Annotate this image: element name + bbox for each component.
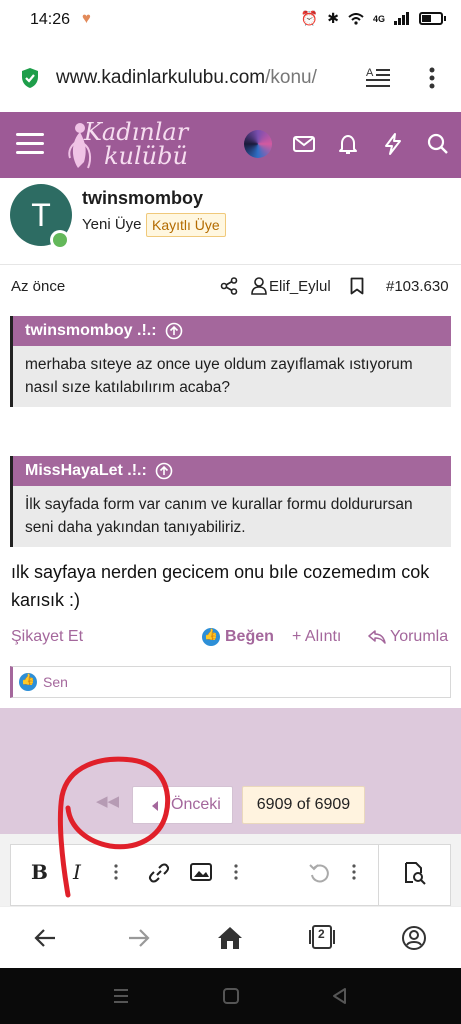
reply-label: Yorumla (390, 628, 449, 645)
quote-author: twinsmomboy .!.: (25, 322, 157, 339)
online-status-icon (50, 230, 70, 250)
bookmark-icon[interactable] (350, 277, 364, 295)
image-icon[interactable] (190, 863, 212, 881)
overflow-menu-icon[interactable] (429, 67, 435, 89)
search-icon[interactable] (426, 132, 450, 156)
italic-button[interactable]: I (73, 860, 81, 884)
quote-text: İlk sayfada form var canım ve kurallar f… (25, 496, 413, 536)
previous-label: Önceki (171, 796, 221, 813)
signal-icon (394, 12, 409, 25)
quote-block: twinsmomboy .!.: merhaba sıteye az once … (10, 316, 451, 407)
post-username[interactable]: twinsmomboy (82, 188, 203, 209)
logo-text-line2: kulübü (104, 142, 188, 170)
heart-icon: ♥ (82, 10, 91, 27)
url-text[interactable]: www.kadinlarkulubu.com/konu/ (56, 67, 317, 89)
quote-header[interactable]: MissHayaLet .!.: (13, 456, 451, 486)
user-badge: Kayıtlı Üye (146, 213, 226, 237)
toolbar-divider (378, 844, 379, 906)
quote-button[interactable]: + Alıntı (292, 628, 341, 646)
link-icon[interactable] (148, 862, 170, 884)
network-type: 4G (372, 13, 385, 24)
home-icon[interactable] (217, 925, 243, 951)
quote-text: merhaba sıteye az once uye oldum zayıfla… (25, 356, 413, 396)
account-icon[interactable] (401, 925, 427, 951)
user-icon (251, 277, 267, 295)
hamburger-menu-icon[interactable] (16, 133, 44, 155)
back-button-icon[interactable] (330, 986, 350, 1006)
alarm-icon: ⏰ (300, 10, 319, 26)
quote-block: MissHayaLet .!.: İlk sayfada form var ca… (10, 456, 451, 547)
account-avatar[interactable] (244, 130, 272, 158)
divider (0, 264, 461, 265)
share-icon[interactable] (220, 277, 238, 295)
status-bar: 14:26 ♥ ⏰ ✱ 4G (0, 0, 461, 40)
quote-header[interactable]: twinsmomboy .!.: (13, 316, 451, 346)
inbox-envelope-icon[interactable] (292, 132, 316, 156)
jump-to-quote-icon[interactable] (165, 322, 183, 340)
svg-text:A: A (366, 67, 374, 79)
home-button-icon[interactable] (221, 986, 241, 1006)
like-button[interactable]: Beğen (202, 628, 274, 646)
system-nav-bar (0, 968, 461, 1024)
page-position[interactable]: 6909 of 6909 (242, 786, 365, 824)
whats-new-bolt-icon[interactable] (381, 132, 405, 156)
post-body: ılk sayfaya nerden gecicem onu bıle coze… (11, 562, 430, 610)
status-icons: ⏰ ✱ 4G (300, 10, 446, 27)
reader-mode-icon[interactable]: A (365, 65, 391, 89)
post: T twinsmomboy Yeni Üye Kayıtlı Üye Az ön… (0, 178, 461, 708)
status-time: 14:26 (30, 11, 71, 28)
bluetooth-icon: ✱ (327, 10, 339, 26)
pagination-area: ◀◀ Önceki 6909 of 6909 (0, 708, 461, 834)
reply-arrow-icon (368, 630, 386, 644)
reply-button[interactable]: Yorumla (368, 628, 448, 646)
back-arrow-icon[interactable] (33, 925, 59, 951)
battery-icon (419, 12, 446, 25)
reactions-text: Sen (43, 674, 68, 690)
like-label: Beğen (225, 628, 274, 645)
more-text-options-icon[interactable] (114, 864, 118, 880)
browser-url-bar[interactable]: www.kadinlarkulubu.com/konu/ A (0, 40, 461, 112)
wifi-icon (348, 12, 364, 25)
user-title: Yeni Üye (82, 216, 142, 233)
chevron-left-icon (152, 801, 158, 811)
reply-editor: B I (0, 834, 461, 906)
forward-arrow-icon[interactable] (125, 925, 151, 951)
secure-shield-icon (22, 68, 38, 88)
recent-apps-icon[interactable] (111, 986, 131, 1006)
url-host: www.kadinlarkulubu.com (56, 67, 266, 88)
bold-button[interactable]: B (31, 860, 48, 884)
browser-bottom-nav: 2 (0, 906, 461, 968)
post-time[interactable]: Az önce (11, 278, 65, 295)
post-number[interactable]: #103.630 (386, 278, 449, 295)
url-path: /konu/ (265, 67, 317, 88)
reactions-bar[interactable]: Sen (10, 666, 451, 698)
report-link[interactable]: Şikayet Et (11, 628, 83, 646)
thumbs-up-icon (202, 628, 220, 646)
jump-to-quote-icon[interactable] (155, 462, 173, 480)
quote-author: MissHayaLet .!.: (25, 462, 147, 479)
post-recipient[interactable]: Elif_Eylul (269, 278, 331, 295)
previous-page-button[interactable]: Önceki (132, 786, 233, 824)
more-options-icon[interactable] (352, 864, 356, 880)
notification-bell-icon[interactable] (336, 132, 360, 156)
tab-count: 2 (318, 927, 325, 941)
first-page-icon[interactable]: ◀◀ (96, 792, 119, 810)
preview-icon[interactable] (402, 861, 426, 885)
undo-icon[interactable] (308, 862, 330, 884)
more-insert-options-icon[interactable] (234, 864, 238, 880)
thumbs-up-icon (19, 673, 37, 691)
logo-text-line1: Kadınlar (84, 118, 189, 146)
